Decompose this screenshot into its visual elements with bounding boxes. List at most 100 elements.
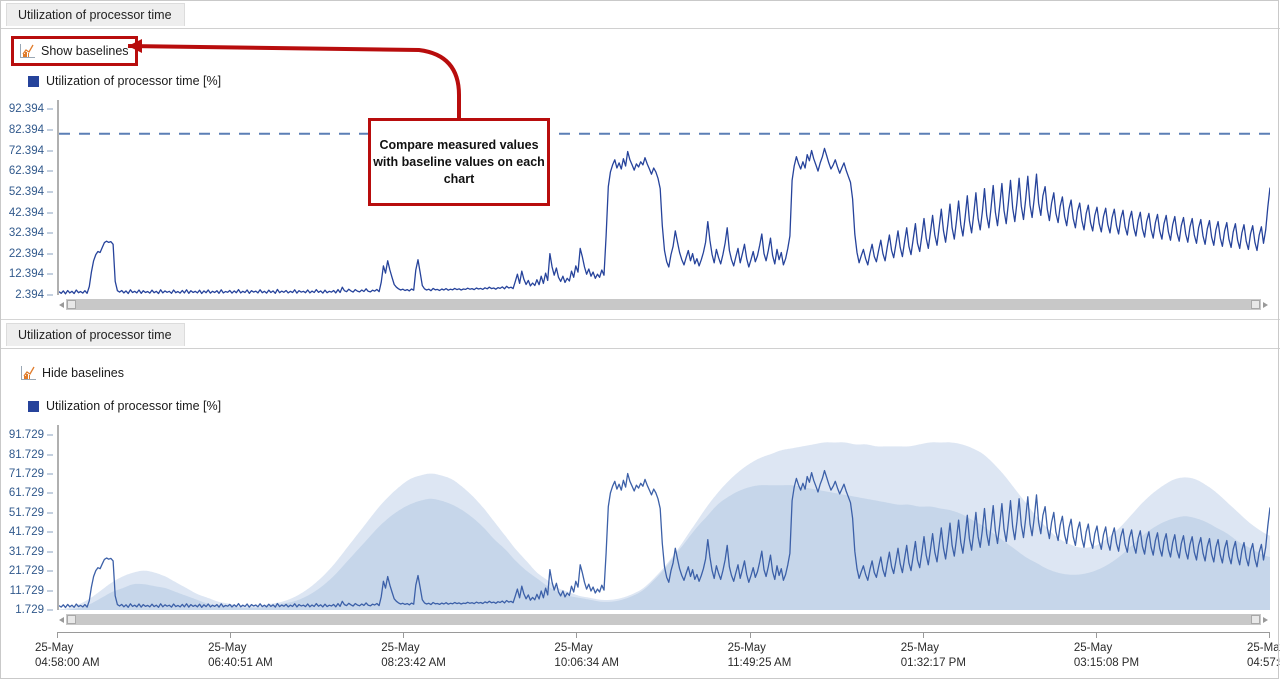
x-tick-time: 08:23:42 AM: [381, 657, 446, 669]
panel-top: Utilization of processor time Show basel…: [0, 0, 1280, 320]
y-tick-mark: [47, 590, 53, 592]
y-axis-bottom: 1.729 11.729 21.729 31.729 41.729 51.729 61.72…: [0, 320, 54, 680]
legend-item-utilization-bottom[interactable]: Utilization of processor time [%]: [28, 399, 221, 413]
y-tick-label: 82.394: [8, 124, 44, 137]
callout-box: Compare measured values with baseline va…: [368, 118, 550, 206]
chart-top-svg: [59, 132, 1270, 295]
callout-text: Compare measured values with baseline va…: [373, 137, 545, 186]
toolbar-top: Show baselines: [0, 36, 1280, 66]
triangle-left-icon[interactable]: [57, 298, 66, 311]
plot-area-bottom: [59, 425, 1270, 610]
x-tick-label: 25-May 04:57:59 PM: [1247, 641, 1280, 671]
legend-top: Utilization of processor time [%]: [0, 73, 1280, 95]
y-tick-label: 51.729: [8, 506, 44, 519]
scrollbar-track-bottom[interactable]: [66, 614, 1261, 625]
y-tick-label: 32.394: [8, 227, 44, 240]
legend-label: Utilization of processor time [%]: [46, 399, 222, 413]
x-tick-time: 11:49:25 AM: [727, 657, 792, 669]
y-tick-mark: [47, 551, 53, 553]
scrollbar-top[interactable]: [57, 298, 1270, 311]
x-axis-line: [57, 632, 1269, 633]
y-tick-mark: [47, 492, 53, 494]
x-tick-date: 25-May: [554, 642, 593, 654]
x-tick-label: 25-May 08:23:42 AM: [381, 641, 446, 671]
y-tick-mark: [47, 253, 53, 255]
x-tick-date: 25-May: [381, 642, 420, 654]
y-tick-mark: [47, 150, 53, 152]
x-tick-mark: [1095, 632, 1097, 638]
x-tick-mark: [57, 632, 58, 638]
y-tick-label: 72.394: [8, 144, 44, 157]
y-tick-mark: [47, 232, 53, 234]
triangle-right-icon[interactable]: [1261, 298, 1270, 311]
y-tick-label: 41.729: [8, 526, 44, 539]
x-tick-label: 25-May 04:58:00 AM: [35, 641, 100, 671]
x-tick-mark: [576, 632, 578, 638]
y-tick-mark: [47, 294, 53, 296]
y-tick-label: 81.729: [8, 448, 44, 461]
y-tick-label: 61.729: [8, 487, 44, 500]
x-tick-date: 25-May: [208, 642, 247, 654]
scrollbar-bottom[interactable]: [57, 613, 1270, 626]
y-tick-mark: [47, 473, 53, 475]
y-tick-label: 71.729: [8, 468, 44, 481]
y-tick-mark: [47, 212, 53, 214]
scrollbar-grip-right[interactable]: [1251, 300, 1260, 309]
x-tick-date: 25-May: [900, 642, 940, 654]
triangle-right-icon[interactable]: [1261, 613, 1270, 626]
y-tick-label: 2.394: [15, 289, 44, 301]
y-tick-mark: [47, 273, 53, 275]
y-tick-mark: [47, 129, 53, 131]
x-tick-time: 03:15:08 PM: [1073, 657, 1140, 669]
x-tick-label: 25-May 03:15:08 PM: [1074, 641, 1139, 671]
chart-bottom-svg: [59, 442, 1270, 610]
y-tick-label: 92.394: [8, 103, 44, 116]
legend-bottom: Utilization of processor time [%]: [0, 398, 1280, 420]
y-tick-mark: [47, 570, 53, 572]
x-tick-time: 10:06:34 AM: [554, 657, 619, 669]
hide-baselines-label: Hide baselines: [42, 366, 124, 380]
y-tick-mark: [47, 191, 53, 193]
y-tick-label: 52.394: [8, 185, 44, 198]
tabstrip-bottom: Utilization of processor time: [0, 320, 1280, 349]
y-tick-label: 21.729: [8, 565, 44, 578]
y-tick-label: 22.394: [8, 247, 44, 260]
scrollbar-track-top[interactable]: [66, 299, 1261, 310]
show-baselines-label: Show baselines: [41, 44, 129, 58]
x-tick-time: 06:40:51 AM: [208, 657, 273, 669]
x-tick-time: 04:58:00 AM: [35, 657, 100, 669]
panel-bottom: Utilization of processor time Hide basel…: [0, 320, 1280, 680]
y-tick-mark: [47, 531, 53, 533]
y-tick-label: 1.729: [15, 604, 44, 616]
y-axis-top: 2.394 12.394 22.394 32.394 42.394 52.394 62.39…: [0, 0, 54, 320]
y-tick-label: 31.729: [8, 545, 44, 558]
x-tick-label: 25-May 10:06:34 AM: [554, 641, 619, 671]
toolbar-bottom: Hide baselines: [0, 361, 1280, 387]
x-tick-mark: [749, 632, 751, 638]
x-tick-date: 25-May: [35, 642, 74, 654]
y-tick-label: 42.394: [8, 206, 44, 219]
triangle-left-icon[interactable]: [57, 613, 66, 626]
y-tick-label: 91.729: [8, 429, 44, 442]
y-tick-label: 12.394: [8, 268, 44, 281]
tabstrip-top: Utilization of processor time: [0, 0, 1280, 29]
x-tick-date: 25-May: [1073, 642, 1113, 654]
x-tick-label: 25-May 06:40:51 AM: [208, 641, 273, 671]
legend-label: Utilization of processor time [%]: [46, 74, 222, 88]
scrollbar-grip-left[interactable]: [67, 615, 76, 624]
y-tick-mark: [47, 434, 53, 436]
y-tick-mark: [47, 108, 53, 110]
y-tick-label: 62.394: [8, 165, 44, 178]
x-tick-date: 25-May: [727, 642, 766, 654]
legend-item-utilization-top[interactable]: Utilization of processor time [%]: [28, 74, 221, 88]
plot-area-top: [59, 100, 1270, 295]
y-tick-mark: [47, 512, 53, 514]
scrollbar-grip-right[interactable]: [1251, 615, 1260, 624]
scrollbar-grip-left[interactable]: [67, 300, 76, 309]
x-tick-date: 25-May: [1247, 642, 1280, 654]
y-tick-mark: [47, 609, 53, 611]
y-tick-mark: [47, 170, 53, 172]
x-tick-time: 04:57:59 PM: [1247, 657, 1280, 669]
series-line-top: [59, 147, 1270, 295]
x-tick-label: 25-May 11:49:25 AM: [728, 641, 792, 671]
